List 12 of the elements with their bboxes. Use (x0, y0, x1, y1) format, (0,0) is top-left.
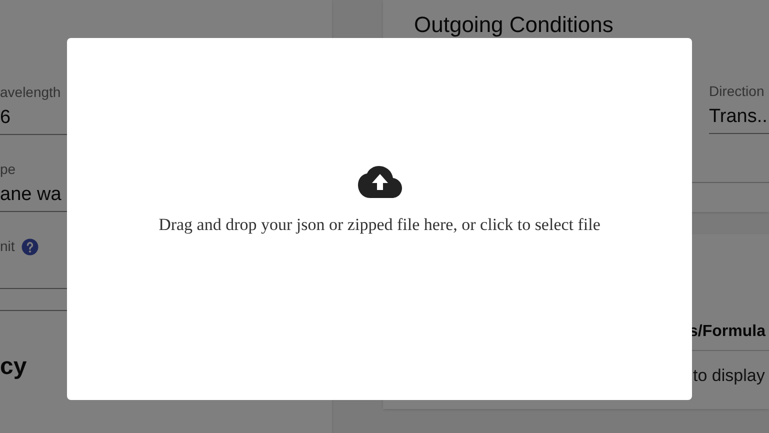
card-title: Outgoing Conditions (414, 11, 614, 39)
field-label: avelength (0, 83, 61, 102)
help-icon[interactable] (20, 238, 39, 256)
dropdown-field[interactable]: Trans.. (709, 102, 769, 134)
field-label: Direction (709, 82, 766, 101)
upload-dialog[interactable]: Drag and drop your json or zipped file here, or click to select file (67, 38, 692, 400)
section-title: cy (0, 352, 28, 382)
cloud-upload-icon (358, 166, 402, 198)
dropzone-text: Drag and drop your json or zipped file here, or click to select file (158, 214, 600, 236)
field-label: nit (0, 237, 15, 256)
empty-message: to display (693, 365, 766, 387)
field-label: pe (0, 160, 16, 179)
